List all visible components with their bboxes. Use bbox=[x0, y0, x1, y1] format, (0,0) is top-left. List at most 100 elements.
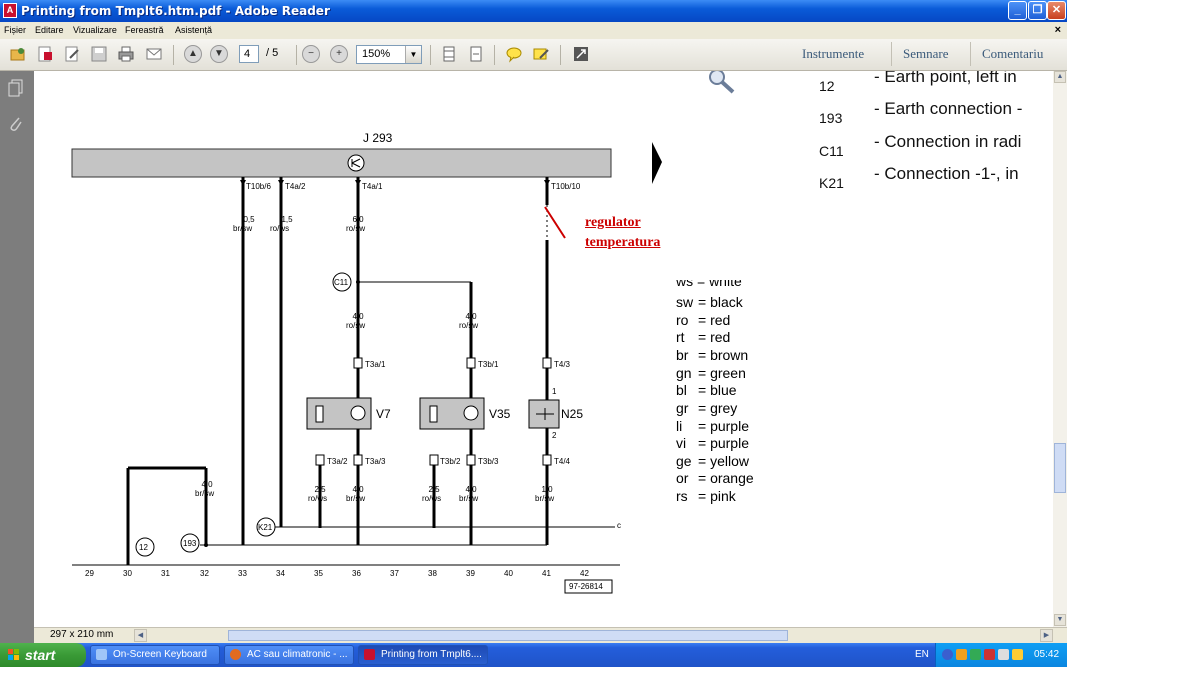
comment-icon[interactable] bbox=[505, 45, 523, 63]
menu-view[interactable]: Vizualizare bbox=[73, 25, 117, 35]
pin-number: 1 bbox=[552, 387, 557, 396]
menu-help[interactable]: Asistență bbox=[175, 25, 212, 35]
vertical-scrollbar[interactable]: ▲ ▼ bbox=[1053, 71, 1067, 627]
wire-color-label: ro/sw bbox=[459, 321, 479, 330]
prev-page-icon[interactable]: ▲ bbox=[184, 45, 202, 63]
tray-app-icon[interactable] bbox=[956, 649, 967, 660]
scroll-down-icon[interactable]: ▼ bbox=[1054, 614, 1066, 626]
connector-label: T3a/2 bbox=[327, 457, 348, 466]
pages-icon[interactable] bbox=[8, 79, 24, 97]
tray-app-icon[interactable] bbox=[984, 649, 995, 660]
toolbar-separator bbox=[494, 45, 495, 65]
scroll-up-icon[interactable]: ▲ bbox=[1054, 71, 1066, 83]
fullscreen-icon[interactable] bbox=[572, 45, 590, 63]
color-legend-row: br = brown bbox=[676, 347, 749, 363]
zoom-out-icon[interactable]: − bbox=[302, 45, 320, 63]
link-separator bbox=[891, 42, 892, 66]
firefox-icon bbox=[230, 649, 241, 660]
language-indicator[interactable]: EN bbox=[915, 649, 929, 660]
wire-color-label: br/sw bbox=[195, 489, 215, 498]
fit-page-icon[interactable] bbox=[440, 45, 458, 63]
adobe-reader-window: A Printing from Tmplt6.htm.pdf - Adobe R… bbox=[0, 0, 1067, 667]
grid-number: 38 bbox=[428, 569, 437, 578]
grid-number: 32 bbox=[200, 569, 209, 578]
scroll-right-icon[interactable]: ▶ bbox=[1040, 629, 1053, 642]
start-button[interactable]: start bbox=[0, 643, 86, 667]
connector-label: T4/3 bbox=[554, 360, 571, 369]
wire-gauge-label: 4,0 bbox=[352, 485, 364, 494]
scroll-thumb[interactable] bbox=[1054, 443, 1066, 493]
edit-icon[interactable] bbox=[63, 45, 81, 63]
wire-color-label: br/sw bbox=[346, 494, 366, 503]
email-icon[interactable] bbox=[145, 45, 163, 63]
wire-gauge-label: 1,0 bbox=[541, 485, 553, 494]
pin-number: 2 bbox=[552, 431, 557, 440]
wire-color-label: br/sw bbox=[233, 224, 253, 233]
grid-number: 42 bbox=[580, 569, 589, 578]
document-page[interactable]: J 293 T10b/6 T4a/2 T4a/1 T10b/10 0,5 br/… bbox=[34, 71, 1053, 627]
zoom-select[interactable]: 150% ▼ bbox=[356, 45, 422, 64]
color-legend-row: vi = purple bbox=[676, 435, 749, 451]
task-label: AC sau climatronic - ... bbox=[247, 649, 348, 660]
reference-code: 97-26814 bbox=[569, 582, 603, 591]
print-icon[interactable] bbox=[117, 45, 135, 63]
red-note-temperatura: temperatura bbox=[585, 235, 661, 250]
wire-color-label: br/sw bbox=[535, 494, 555, 503]
tools-link[interactable]: Instrumente bbox=[802, 46, 864, 62]
wire-color-label: ro/ws bbox=[270, 224, 290, 233]
maximize-button[interactable]: ❐ bbox=[1028, 1, 1047, 20]
color-legend-row: sw = black bbox=[676, 294, 743, 310]
taskbar-item-browser[interactable]: AC sau climatronic - ... bbox=[224, 645, 354, 665]
grid-number: 31 bbox=[161, 569, 170, 578]
open-icon[interactable] bbox=[9, 45, 27, 63]
system-tray: 05:42 bbox=[935, 643, 1067, 667]
color-legend-row: ro = red bbox=[676, 312, 731, 328]
save-icon[interactable] bbox=[90, 45, 108, 63]
scroll-left-icon[interactable]: ◀ bbox=[134, 629, 147, 642]
taskbar-item-adobe[interactable]: Printing from Tmplt6.... bbox=[358, 645, 488, 665]
grid-number: 39 bbox=[466, 569, 475, 578]
windows-logo-icon bbox=[8, 649, 19, 660]
component-n25-label: N25 bbox=[561, 407, 584, 421]
volume-icon[interactable] bbox=[998, 649, 1009, 660]
zoom-value: 150% bbox=[362, 48, 391, 60]
tray-app-icon[interactable] bbox=[1012, 649, 1023, 660]
zoom-in-icon[interactable]: + bbox=[330, 45, 348, 63]
connector-label: T3a/1 bbox=[365, 360, 386, 369]
page-number-input[interactable]: 4 bbox=[239, 45, 259, 63]
horizontal-scroll-thumb[interactable] bbox=[228, 630, 788, 641]
wire-gauge-label: 2,5 bbox=[314, 485, 326, 494]
create-pdf-icon[interactable] bbox=[36, 45, 54, 63]
document-close-icon[interactable]: × bbox=[1055, 24, 1061, 36]
junction-193-label: 193 bbox=[183, 539, 197, 548]
grid-number: 41 bbox=[542, 569, 551, 578]
junction-c11-label: C11 bbox=[334, 278, 349, 287]
menu-file[interactable]: Fișier bbox=[4, 25, 26, 35]
fit-width-icon[interactable] bbox=[467, 45, 485, 63]
taskbar-item-keyboard[interactable]: On-Screen Keyboard bbox=[90, 645, 220, 665]
tray-expand-icon[interactable] bbox=[942, 649, 953, 660]
sign-link[interactable]: Semnare bbox=[903, 46, 948, 62]
earth-description: - Connection in radi bbox=[874, 132, 1022, 151]
attachment-icon[interactable] bbox=[8, 115, 24, 133]
grid-number: 34 bbox=[276, 569, 285, 578]
connector-label: T3b/3 bbox=[478, 457, 499, 466]
menu-bar: Fișier Editare Vizualizare Fereastră Asi… bbox=[0, 22, 1067, 39]
earth-code: C11 bbox=[819, 143, 844, 159]
close-button[interactable]: ✕ bbox=[1047, 1, 1066, 20]
minimize-button[interactable]: _ bbox=[1008, 1, 1027, 20]
tray-app-icon[interactable] bbox=[970, 649, 981, 660]
connector-label: T4/4 bbox=[554, 457, 571, 466]
navigation-panel bbox=[0, 71, 34, 643]
next-page-icon[interactable]: ▼ bbox=[210, 45, 228, 63]
clock[interactable]: 05:42 bbox=[1034, 649, 1059, 660]
grid-number: 33 bbox=[238, 569, 247, 578]
sign-icon[interactable] bbox=[532, 45, 550, 63]
menu-edit[interactable]: Editare bbox=[35, 25, 64, 35]
comment-link[interactable]: Comentariu bbox=[982, 46, 1043, 62]
toolbar-separator bbox=[173, 45, 174, 65]
menu-window[interactable]: Fereastră bbox=[125, 25, 164, 35]
chevron-down-icon[interactable]: ▼ bbox=[405, 46, 421, 63]
connector-label: T3a/3 bbox=[365, 457, 386, 466]
red-note-regulator: regulator bbox=[585, 215, 641, 230]
